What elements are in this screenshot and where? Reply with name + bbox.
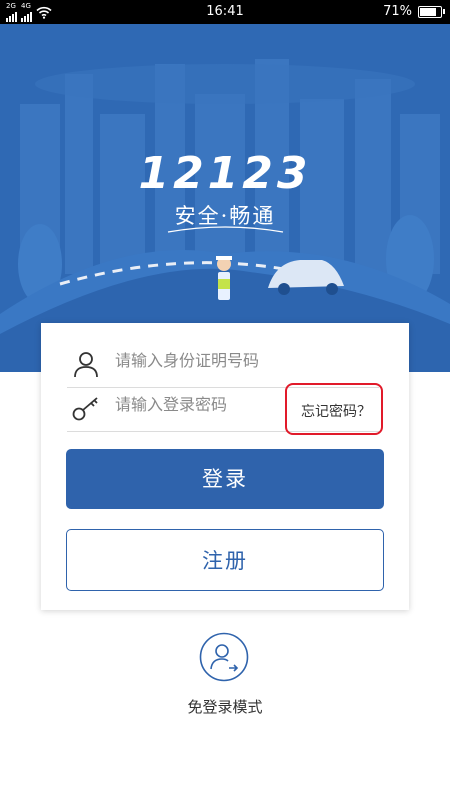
forgot-password-label: 忘记密码？ xyxy=(301,404,371,420)
person-icon xyxy=(74,352,98,378)
police-officer-illustration xyxy=(216,256,232,300)
status-right: 71% xyxy=(383,4,445,19)
app-logo: 12123 xyxy=(138,148,312,199)
hero-banner: 12123 安全·畅通 xyxy=(0,24,450,372)
guest-mode-label: 免登录模式 xyxy=(187,698,263,716)
id-number-input[interactable] xyxy=(115,351,355,370)
battery-icon xyxy=(418,5,445,18)
password-input[interactable] xyxy=(115,395,295,414)
battery-percent: 71% xyxy=(383,4,412,19)
key-icon xyxy=(72,397,98,421)
guest-mode-icon[interactable] xyxy=(199,632,249,682)
forgot-password-link[interactable]: 忘记密码？ xyxy=(285,383,383,435)
status-bar: 2G 4G 16:41 71% xyxy=(0,0,450,24)
register-button[interactable]: 注册 xyxy=(66,529,384,591)
id-number-field xyxy=(67,339,379,388)
login-button[interactable]: 登录 xyxy=(66,449,384,509)
login-card: 忘记密码？ 登录 注册 xyxy=(41,323,409,610)
app-slogan: 安全·畅通 xyxy=(174,204,276,228)
guest-mode-entry[interactable]: 免登录模式 xyxy=(0,632,450,722)
